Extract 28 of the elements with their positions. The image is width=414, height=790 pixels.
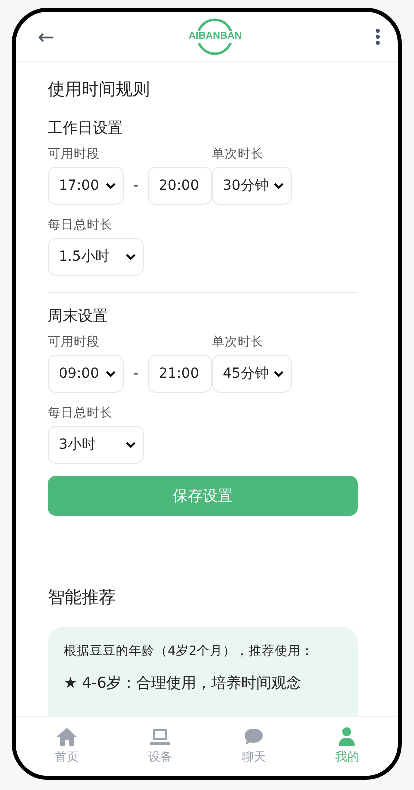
dropdown[interactable]: 30分钟 bbox=[212, 167, 292, 205]
field-label: 每日总时长 bbox=[48, 405, 114, 422]
field-label: 单次时长 bbox=[212, 146, 265, 163]
back-button[interactable]: ← bbox=[38, 26, 55, 46]
dropdown[interactable]: 45分钟 bbox=[212, 355, 292, 393]
dropdown[interactable]: 20:00 bbox=[148, 167, 212, 205]
range-separator: - bbox=[132, 366, 140, 382]
recommendation-intro: 根据豆豆的年龄（4岁2个月），推荐使用： bbox=[64, 643, 315, 660]
section-title: 智能推荐 bbox=[48, 587, 117, 609]
dropdown[interactable]: 21:00 bbox=[148, 355, 212, 393]
home-icon bbox=[56, 727, 78, 747]
dropdown[interactable]: 1.5小时 bbox=[48, 238, 144, 276]
laptop-icon bbox=[149, 727, 172, 747]
recommendation-item: ★ 4-6岁：合理使用，培养时间观念 bbox=[64, 674, 303, 693]
section-title: 周末设置 bbox=[48, 307, 109, 326]
dropdown[interactable]: 09:00 bbox=[48, 355, 124, 393]
more-icon[interactable] bbox=[376, 28, 380, 44]
dropdown[interactable]: 3小时 bbox=[48, 426, 144, 464]
field-label: 单次时长 bbox=[212, 334, 265, 351]
section-title: 工作日设置 bbox=[48, 119, 124, 138]
range-separator: - bbox=[132, 178, 140, 194]
chat-icon bbox=[242, 727, 265, 747]
logo: AIBANBAN bbox=[175, 16, 256, 56]
dropdown[interactable]: 17:00 bbox=[48, 167, 124, 205]
field-label: 可用时段 bbox=[48, 334, 101, 351]
field-label: 可用时段 bbox=[48, 146, 101, 163]
page-title: 使用时间规则 bbox=[48, 79, 151, 101]
field-label: 每日总时长 bbox=[48, 217, 114, 234]
